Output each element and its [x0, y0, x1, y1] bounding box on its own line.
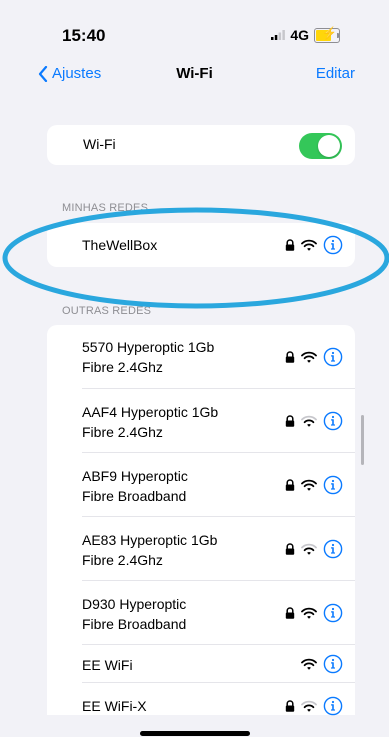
edit-button[interactable]: Editar [316, 65, 355, 82]
navigation-bar: Ajustes Wi-Fi Editar [0, 60, 389, 88]
lock-icon [285, 543, 295, 555]
info-icon[interactable] [323, 603, 343, 623]
network-name-line2: Fibre Broadband [82, 488, 187, 504]
info-icon[interactable] [323, 411, 343, 431]
wifi-signal-icon [301, 351, 317, 363]
network-name-line2: Fibre 2.4Ghz [82, 552, 163, 568]
network-name-line2: Fibre 2.4Ghz [82, 359, 163, 375]
status-time: 15:40 [62, 26, 106, 45]
lock-icon [285, 415, 295, 427]
network-row[interactable]: ABF9 Hyperoptic Fibre Broadband [47, 453, 355, 517]
info-icon[interactable] [323, 696, 343, 716]
info-icon[interactable] [323, 539, 343, 559]
network-name-line2: Fibre 2.4Ghz [82, 424, 163, 440]
wifi-signal-icon [301, 479, 317, 491]
network-row[interactable]: 5570 Hyperoptic 1Gb Fibre 2.4Ghz [47, 325, 355, 389]
wifi-toggle-switch[interactable] [299, 133, 342, 159]
lock-icon [285, 239, 295, 251]
network-row[interactable]: AAF4 Hyperoptic 1Gb Fibre 2.4Ghz [47, 389, 355, 453]
network-row-thewellbox[interactable]: TheWellBox [47, 223, 355, 267]
network-name: EE WiFi-X [82, 698, 147, 714]
status-bar: 15:40 4G ⚡ [0, 0, 389, 60]
info-icon[interactable] [323, 347, 343, 367]
network-name-line1: ABF9 Hyperoptic [82, 468, 188, 484]
lock-icon [285, 700, 295, 712]
my-networks-group: TheWellBox [47, 223, 355, 267]
lock-icon [285, 351, 295, 363]
wifi-signal-icon [301, 239, 317, 251]
wifi-toggle-group: Wi-Fi [47, 125, 355, 165]
wifi-signal-icon [301, 658, 317, 670]
network-name-line2: Fibre Broadband [82, 616, 187, 632]
network-name-line1: 5570 Hyperoptic 1Gb [82, 339, 215, 355]
network-row[interactable]: AE83 Hyperoptic 1Gb Fibre 2.4Ghz [47, 517, 355, 581]
wifi-toggle-label: Wi-Fi [83, 136, 116, 152]
network-name: EE WiFi [82, 657, 133, 673]
network-name-line1: AE83 Hyperoptic 1Gb [82, 532, 218, 548]
network-row[interactable]: D930 Hyperoptic Fibre Broadband [47, 581, 355, 645]
cellular-signal-icon [271, 30, 286, 40]
info-icon[interactable] [323, 654, 343, 674]
network-row[interactable]: EE WiFi-X [47, 683, 355, 716]
network-name-line1: D930 Hyperoptic [82, 596, 187, 612]
home-indicator[interactable] [140, 731, 250, 736]
network-name-line1: AAF4 Hyperoptic 1Gb [82, 404, 219, 420]
status-indicators: 4G ⚡ [271, 26, 340, 43]
network-row[interactable]: EE WiFi [47, 645, 355, 683]
lock-icon [285, 607, 295, 619]
info-icon[interactable] [323, 475, 343, 495]
other-networks-header: OUTRAS REDES [62, 305, 152, 317]
network-name: TheWellBox [82, 237, 158, 253]
toggle-knob [318, 135, 340, 157]
info-icon[interactable] [323, 235, 343, 255]
wifi-signal-icon [301, 607, 317, 619]
wifi-signal-icon [301, 415, 317, 427]
my-networks-header: MINHAS REDES [62, 202, 149, 214]
battery-icon: ⚡ [314, 26, 340, 43]
network-type-label: 4G [290, 27, 309, 43]
other-networks-group: 5570 Hyperoptic 1Gb Fibre 2.4Ghz AAF4 Hy… [47, 325, 355, 716]
lock-icon [285, 479, 295, 491]
scrollbar[interactable] [361, 415, 364, 465]
wifi-signal-icon [301, 543, 317, 555]
wifi-signal-icon [301, 700, 317, 712]
